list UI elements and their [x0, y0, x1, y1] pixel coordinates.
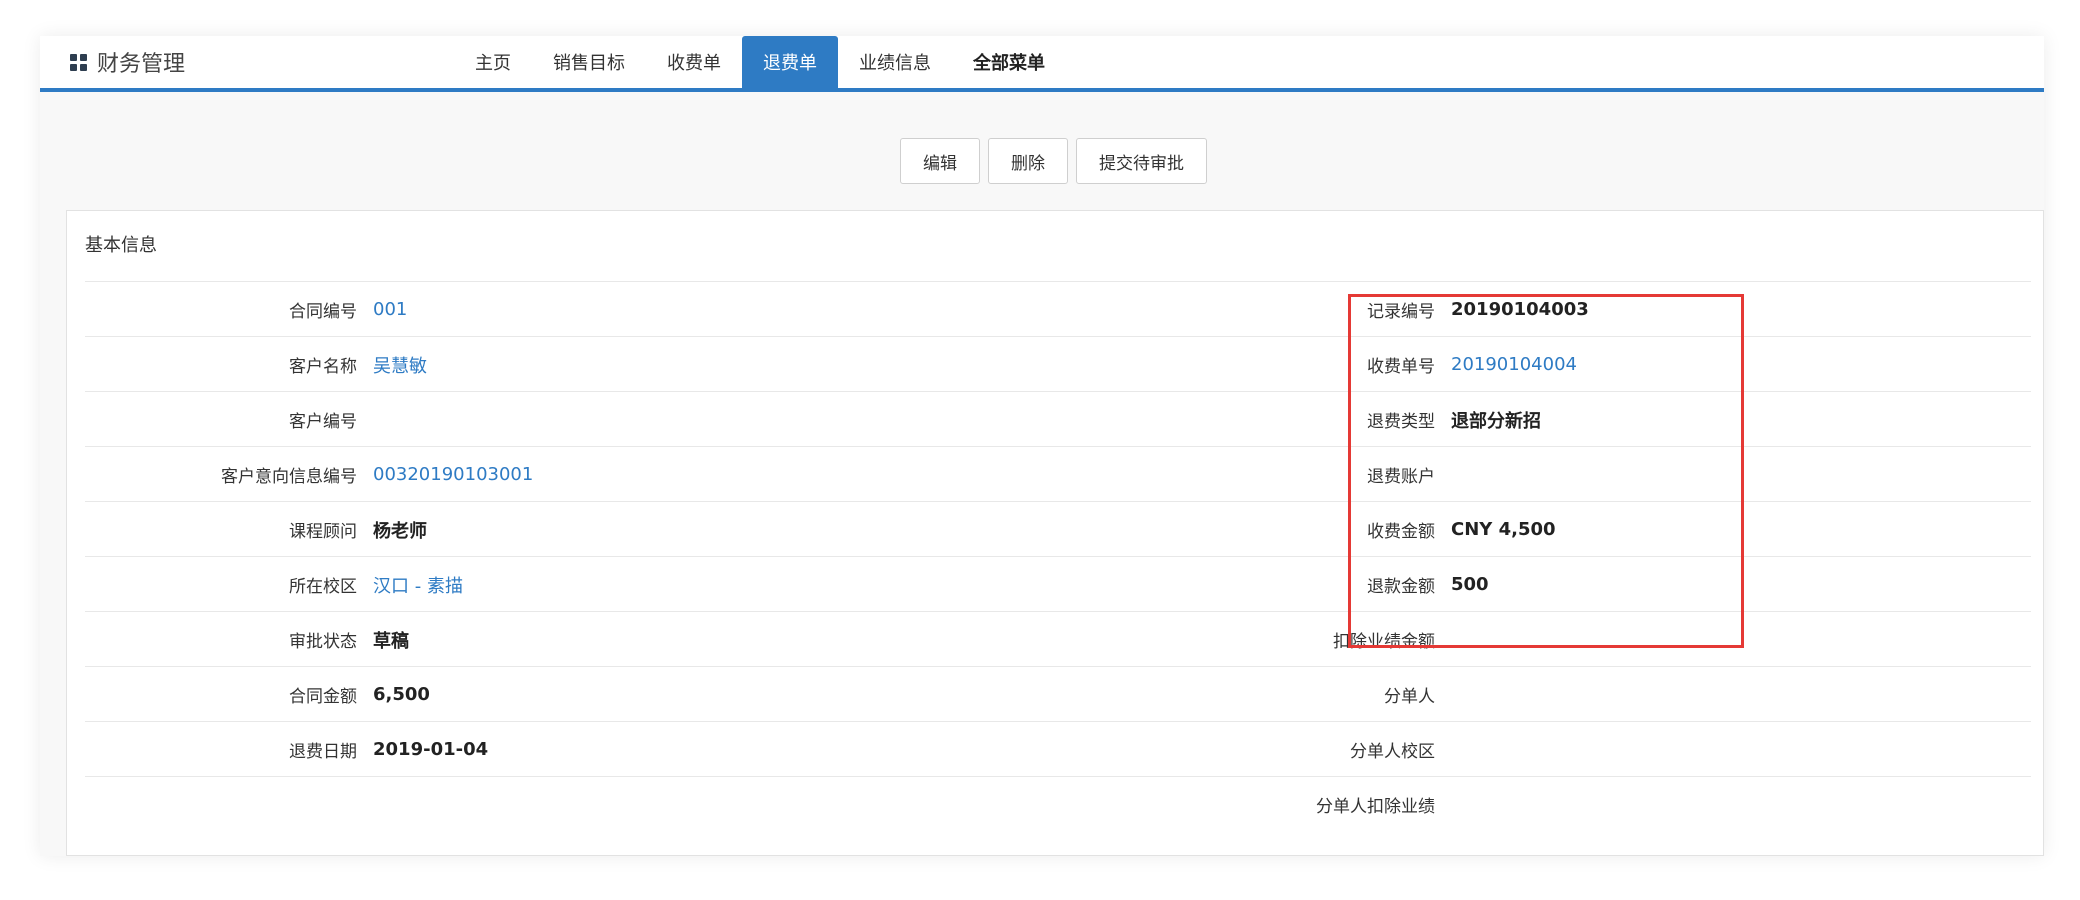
- info-row: 退费日期 2019-01-04 分单人校区: [85, 721, 2031, 776]
- field-label: 退费类型: [1367, 412, 1435, 432]
- field-label: 分单人扣除业绩: [1316, 797, 1435, 817]
- tab-performance[interactable]: 业绩信息: [838, 36, 952, 88]
- refund-amount-value: 500: [1451, 574, 1489, 595]
- delete-button[interactable]: 删除: [988, 138, 1068, 184]
- course-advisor-value: 杨老师: [373, 520, 427, 542]
- campus-link[interactable]: 汉口 - 素描: [373, 557, 463, 612]
- info-row: 客户名称 吴慧敏 收费单号 20190104004: [85, 336, 2031, 391]
- basic-info-panel: 基本信息 合同编号 001 记录编号 20190104003 客户名称 吴慧敏 …: [66, 210, 2044, 856]
- field-label: 退费账户: [1367, 467, 1435, 487]
- info-rows: 合同编号 001 记录编号 20190104003 客户名称 吴慧敏 收费单号 …: [85, 281, 2031, 831]
- record-number-value: 20190104003: [1451, 299, 1589, 320]
- info-row: 审批状态 草稿 扣除业绩金额: [85, 611, 2031, 666]
- brand[interactable]: 财务管理: [70, 36, 185, 88]
- info-row: 课程顾问 杨老师 收费金额 CNY 4,500: [85, 501, 2031, 556]
- info-row: 所在校区 汉口 - 素描 退款金额 500: [85, 556, 2031, 611]
- tab-refund[interactable]: 退费单: [742, 36, 838, 88]
- field-label: 退费日期: [289, 742, 357, 762]
- field-label: 合同编号: [289, 302, 357, 322]
- top-navbar: 财务管理 主页 销售目标 收费单 退费单 业绩信息 全部菜单: [40, 36, 2044, 92]
- info-row: 合同编号 001 记录编号 20190104003: [85, 281, 2031, 336]
- charge-amount-value: CNY 4,500: [1451, 519, 1556, 540]
- field-label: 分单人校区: [1350, 742, 1435, 762]
- tab-home[interactable]: 主页: [454, 36, 532, 88]
- tab-all-menu[interactable]: 全部菜单: [952, 36, 1066, 88]
- field-label: 客户意向信息编号: [221, 467, 357, 487]
- app-window: 财务管理 主页 销售目标 收费单 退费单 业绩信息 全部菜单 编辑 删除 提交待…: [40, 36, 2044, 856]
- field-label: 记录编号: [1367, 302, 1435, 322]
- contract-amount-value: 6,500: [373, 684, 430, 705]
- grid-menu-icon: [70, 53, 87, 71]
- field-label: 课程顾问: [289, 522, 357, 542]
- field-label: 客户编号: [289, 412, 357, 432]
- panel-title: 基本信息: [85, 235, 157, 256]
- submit-approval-button[interactable]: 提交待审批: [1076, 138, 1207, 184]
- field-label: 分单人: [1384, 687, 1435, 707]
- info-row: 客户意向信息编号 00320190103001 退费账户: [85, 446, 2031, 501]
- action-toolbar: 编辑 删除 提交待审批: [900, 138, 1207, 184]
- field-label: 所在校区: [289, 577, 357, 597]
- brand-title: 财务管理: [97, 52, 186, 77]
- tab-receipt[interactable]: 收费单: [646, 36, 742, 88]
- approval-status-value: 草稿: [373, 630, 409, 652]
- tab-sales-target[interactable]: 销售目标: [532, 36, 646, 88]
- info-row: 合同金额 6,500 分单人: [85, 666, 2031, 721]
- edit-button[interactable]: 编辑: [900, 138, 980, 184]
- receipt-number-link[interactable]: 20190104004: [1451, 337, 1577, 392]
- intent-info-number-link[interactable]: 00320190103001: [373, 447, 533, 502]
- field-label: 审批状态: [289, 632, 357, 652]
- refund-type-value: 退部分新招: [1451, 410, 1541, 432]
- customer-name-link[interactable]: 吴慧敏: [373, 337, 427, 392]
- main-nav: 主页 销售目标 收费单 退费单 业绩信息 全部菜单: [454, 36, 1066, 88]
- contract-number-link[interactable]: 001: [373, 282, 407, 337]
- info-row: 分单人扣除业绩: [85, 776, 2031, 831]
- field-label: 收费单号: [1367, 357, 1435, 377]
- field-label: [85, 777, 357, 832]
- field-label: 客户名称: [289, 357, 357, 377]
- field-label: 退款金额: [1367, 577, 1435, 597]
- info-row: 客户编号 退费类型 退部分新招: [85, 391, 2031, 446]
- field-label: 扣除业绩金额: [1333, 632, 1435, 652]
- field-label: 收费金额: [1367, 522, 1435, 542]
- field-label: 合同金额: [289, 687, 357, 707]
- refund-date-value: 2019-01-04: [373, 739, 489, 760]
